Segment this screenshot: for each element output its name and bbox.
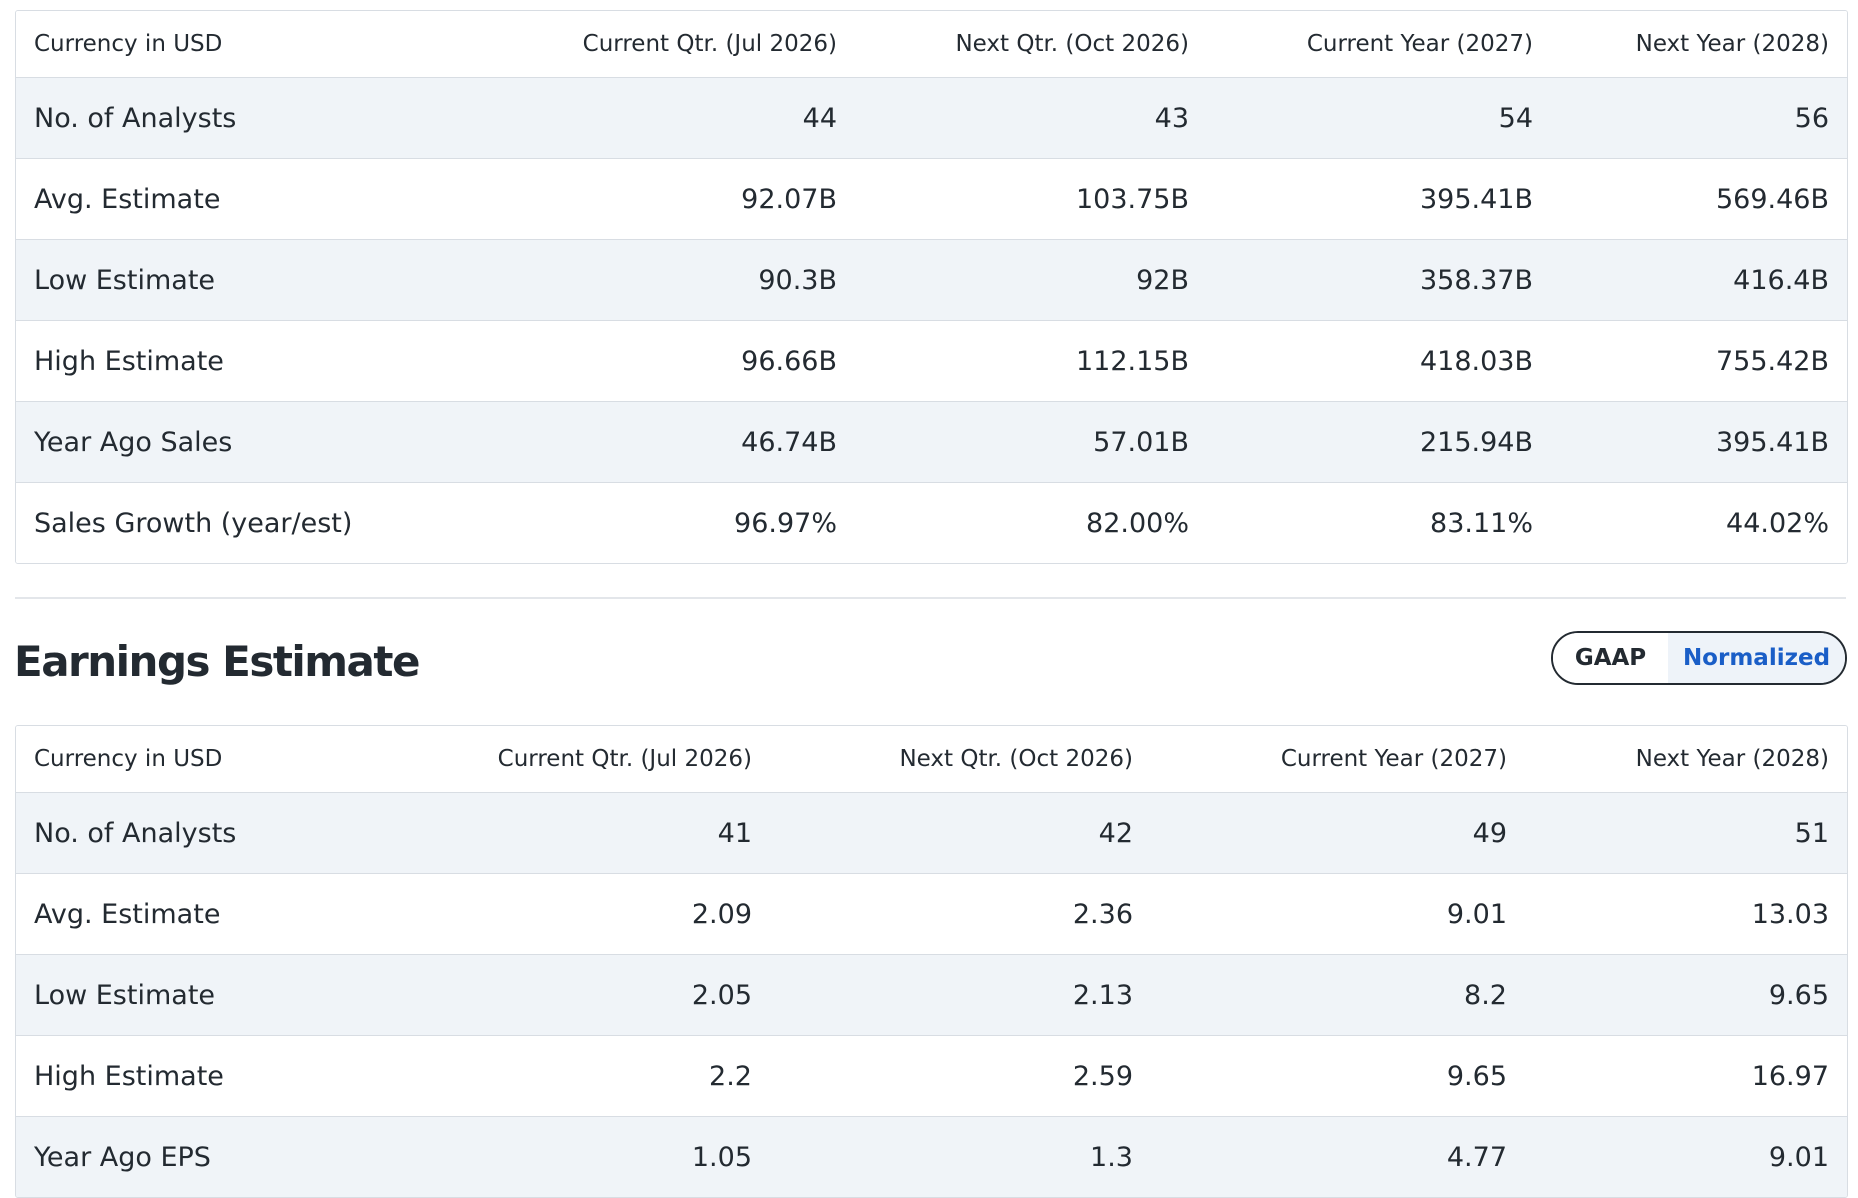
row-label: Low Estimate xyxy=(16,239,486,321)
column-header-current-qtr: Current Qtr. (Jul 2026) xyxy=(401,726,770,793)
table-row: No. of Analysts 44 43 54 56 xyxy=(16,77,1847,159)
table-cell: 1.3 xyxy=(770,1116,1151,1197)
table-cell: 51 xyxy=(1525,792,1847,874)
table-cell: 49 xyxy=(1151,792,1525,874)
row-label: Avg. Estimate xyxy=(16,158,486,240)
row-label: No. of Analysts xyxy=(16,77,486,159)
table-cell: 82.00% xyxy=(855,482,1207,563)
table-cell: 569.46B xyxy=(1551,158,1847,240)
table-cell: 57.01B xyxy=(855,401,1207,483)
table-row: High Estimate 96.66B 112.15B 418.03B 755… xyxy=(16,320,1847,402)
table-cell: 2.2 xyxy=(401,1035,770,1117)
table-cell: 90.3B xyxy=(486,239,855,321)
row-label: Avg. Estimate xyxy=(16,873,401,955)
table-row: No. of Analysts 41 42 49 51 xyxy=(16,792,1847,874)
table-cell: 9.65 xyxy=(1151,1035,1525,1117)
table-row: Low Estimate 90.3B 92B 358.37B 416.4B xyxy=(16,239,1847,321)
revenue-estimate-table: Currency in USD Current Qtr. (Jul 2026) … xyxy=(15,10,1848,564)
table-cell: 358.37B xyxy=(1207,239,1551,321)
table-cell: 96.97% xyxy=(486,482,855,563)
row-label: High Estimate xyxy=(16,1035,401,1117)
table-cell: 112.15B xyxy=(855,320,1207,402)
table-cell: 42 xyxy=(770,792,1151,874)
table-cell: 54 xyxy=(1207,77,1551,159)
column-header-next-qtr: Next Qtr. (Oct 2026) xyxy=(770,726,1151,793)
table-row: High Estimate 2.2 2.59 9.65 16.97 xyxy=(16,1035,1847,1117)
table-cell: 103.75B xyxy=(855,158,1207,240)
table-cell: 395.41B xyxy=(1551,401,1847,483)
row-label: Year Ago EPS xyxy=(16,1116,401,1197)
table-cell: 83.11% xyxy=(1207,482,1551,563)
gaap-normalized-toggle: GAAP Normalized xyxy=(1551,631,1847,685)
column-header-next-year: Next Year (2028) xyxy=(1525,726,1847,793)
table-row: Sales Growth (year/est) 96.97% 82.00% 83… xyxy=(16,482,1847,563)
earnings-estimate-table: Currency in USD Current Qtr. (Jul 2026) … xyxy=(15,725,1848,1198)
table-row: Year Ago EPS 1.05 1.3 4.77 9.01 xyxy=(16,1116,1847,1197)
gaap-toggle-button[interactable]: GAAP xyxy=(1553,633,1668,683)
earnings-estimate-title: Earnings Estimate xyxy=(14,637,420,686)
analysis-page: Currency in USD Current Qtr. (Jul 2026) … xyxy=(0,0,1858,1198)
section-divider xyxy=(15,597,1846,599)
table-cell: 2.13 xyxy=(770,954,1151,1036)
table-cell: 44 xyxy=(486,77,855,159)
normalized-toggle-button[interactable]: Normalized xyxy=(1668,633,1845,683)
table-cell: 418.03B xyxy=(1207,320,1551,402)
table-cell: 395.41B xyxy=(1207,158,1551,240)
table-cell: 1.05 xyxy=(401,1116,770,1197)
column-header-current-qtr: Current Qtr. (Jul 2026) xyxy=(486,11,855,78)
earnings-header-row: Currency in USD Current Qtr. (Jul 2026) … xyxy=(16,726,1847,793)
row-label: Sales Growth (year/est) xyxy=(16,482,486,563)
table-cell: 44.02% xyxy=(1551,482,1847,563)
table-cell: 9.65 xyxy=(1525,954,1847,1036)
table-cell: 13.03 xyxy=(1525,873,1847,955)
table-cell: 2.59 xyxy=(770,1035,1151,1117)
table-cell: 96.66B xyxy=(486,320,855,402)
table-cell: 43 xyxy=(855,77,1207,159)
row-label: Year Ago Sales xyxy=(16,401,486,483)
table-cell: 41 xyxy=(401,792,770,874)
row-label: No. of Analysts xyxy=(16,792,401,874)
table-cell: 16.97 xyxy=(1525,1035,1847,1117)
table-cell: 56 xyxy=(1551,77,1847,159)
column-header-current-year: Current Year (2027) xyxy=(1151,726,1525,793)
table-cell: 92B xyxy=(855,239,1207,321)
column-header-currency: Currency in USD xyxy=(16,726,401,793)
row-label: High Estimate xyxy=(16,320,486,402)
table-row: Avg. Estimate 92.07B 103.75B 395.41B 569… xyxy=(16,158,1847,240)
table-cell: 9.01 xyxy=(1151,873,1525,955)
table-cell: 755.42B xyxy=(1551,320,1847,402)
table-row: Low Estimate 2.05 2.13 8.2 9.65 xyxy=(16,954,1847,1036)
column-header-current-year: Current Year (2027) xyxy=(1207,11,1551,78)
table-cell: 416.4B xyxy=(1551,239,1847,321)
column-header-currency: Currency in USD xyxy=(16,11,486,78)
revenue-header-row: Currency in USD Current Qtr. (Jul 2026) … xyxy=(16,11,1847,78)
table-cell: 92.07B xyxy=(486,158,855,240)
column-header-next-qtr: Next Qtr. (Oct 2026) xyxy=(855,11,1207,78)
column-header-next-year: Next Year (2028) xyxy=(1551,11,1847,78)
table-cell: 9.01 xyxy=(1525,1116,1847,1197)
table-cell: 2.09 xyxy=(401,873,770,955)
table-cell: 4.77 xyxy=(1151,1116,1525,1197)
table-cell: 2.36 xyxy=(770,873,1151,955)
table-row: Year Ago Sales 46.74B 57.01B 215.94B 395… xyxy=(16,401,1847,483)
table-cell: 2.05 xyxy=(401,954,770,1036)
revenue-table: Currency in USD Current Qtr. (Jul 2026) … xyxy=(16,11,1847,563)
table-row: Avg. Estimate 2.09 2.36 9.01 13.03 xyxy=(16,873,1847,955)
table-cell: 8.2 xyxy=(1151,954,1525,1036)
table-cell: 46.74B xyxy=(486,401,855,483)
table-cell: 215.94B xyxy=(1207,401,1551,483)
earnings-table: Currency in USD Current Qtr. (Jul 2026) … xyxy=(16,726,1847,1197)
row-label: Low Estimate xyxy=(16,954,401,1036)
